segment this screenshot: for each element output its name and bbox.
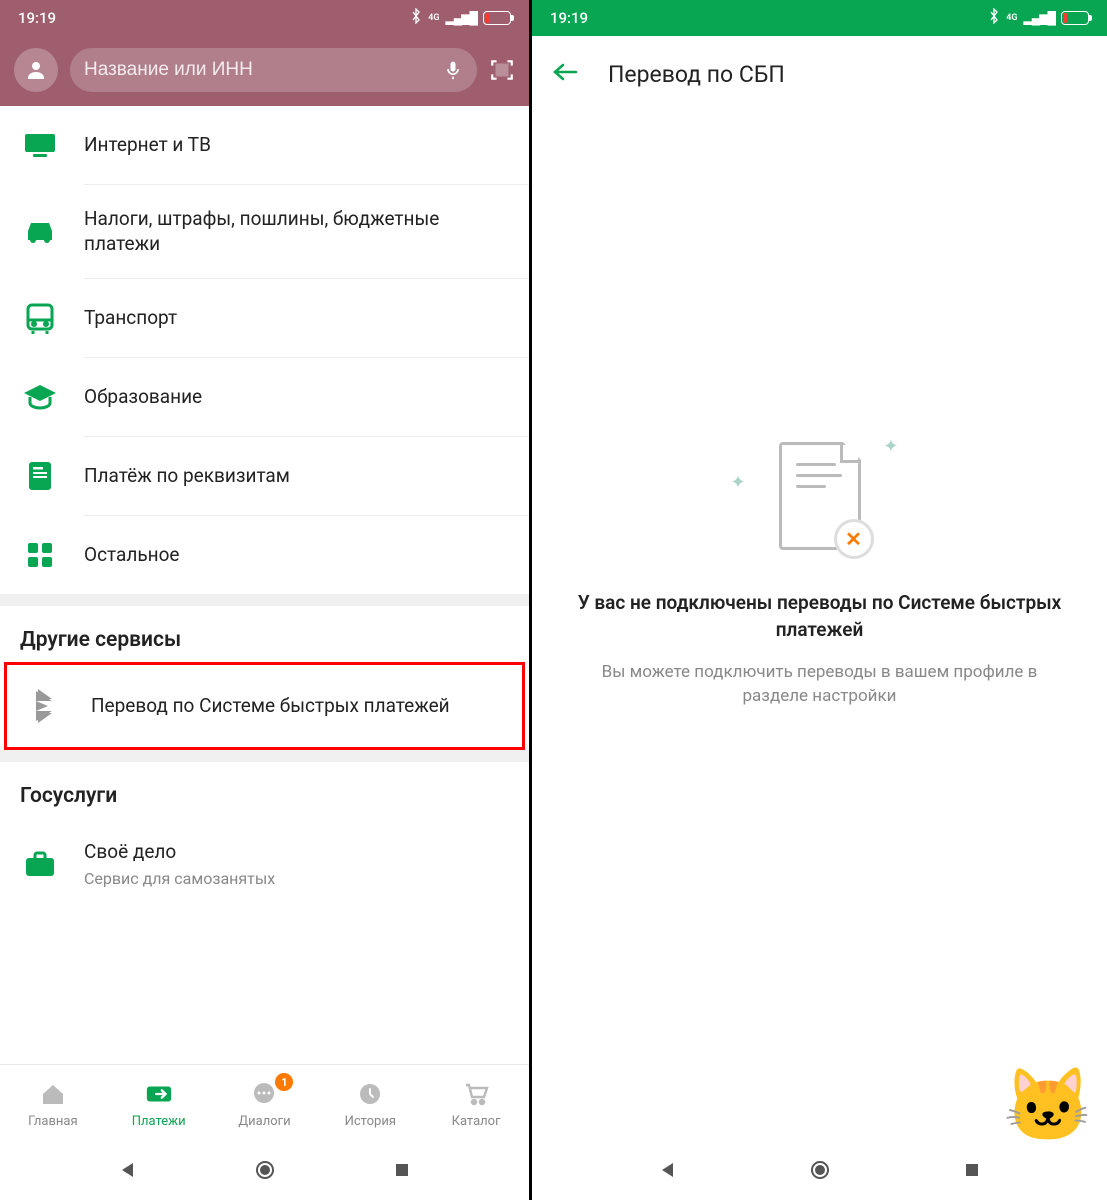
profile-button[interactable] bbox=[14, 48, 58, 92]
search-input[interactable] bbox=[84, 59, 433, 81]
nav-home[interactable]: Главная bbox=[0, 1065, 106, 1144]
nav-label: Каталог bbox=[452, 1114, 501, 1129]
network-type: 4G bbox=[1006, 13, 1017, 23]
section-other-services: Другие сервисы bbox=[0, 606, 529, 662]
svoe-delo-sub: Сервис для самозанятых bbox=[84, 869, 509, 888]
sbp-transfer-item[interactable]: Перевод по Системе быстрых платежей bbox=[4, 662, 525, 750]
bluetooth-icon bbox=[410, 8, 422, 28]
sys-back-icon[interactable] bbox=[659, 1161, 677, 1183]
status-bar: 19:19 4G ▂▄▆█ bbox=[532, 0, 1107, 36]
qr-scan-icon[interactable] bbox=[489, 57, 515, 83]
system-nav bbox=[532, 1144, 1107, 1200]
svoe-delo-title: Своё дело bbox=[84, 840, 509, 865]
header: Перевод по СБП bbox=[532, 36, 1107, 112]
cart-icon bbox=[462, 1080, 490, 1108]
nav-dialogs[interactable]: 1 Диалоги bbox=[212, 1065, 318, 1144]
nav-payments[interactable]: Платежи bbox=[106, 1065, 212, 1144]
nav-label: Платежи bbox=[132, 1114, 186, 1129]
header bbox=[0, 36, 529, 106]
svoe-delo-item[interactable]: Своё дело Сервис для самозанятых bbox=[0, 818, 529, 910]
category-transport[interactable]: Транспорт bbox=[0, 279, 529, 357]
nav-catalog[interactable]: Каталог bbox=[423, 1065, 529, 1144]
nav-label: Главная bbox=[28, 1114, 77, 1129]
clock-icon bbox=[356, 1080, 384, 1108]
sys-home-icon[interactable] bbox=[810, 1160, 830, 1184]
sbp-label: Перевод по Системе быстрых платежей bbox=[91, 694, 450, 719]
search-field[interactable] bbox=[70, 48, 477, 92]
empty-title: У вас не подключены переводы по Системе … bbox=[562, 590, 1077, 643]
category-label: Образование bbox=[84, 385, 509, 410]
category-taxes[interactable]: Налоги, штрафы, пошлины, бюджетные плате… bbox=[0, 185, 529, 278]
sys-recent-icon[interactable] bbox=[394, 1162, 410, 1182]
signal-icon: ▂▄▆█ bbox=[446, 11, 477, 25]
page-title: Перевод по СБП bbox=[608, 61, 785, 88]
education-icon bbox=[20, 383, 60, 411]
category-education[interactable]: Образование bbox=[0, 358, 529, 436]
category-other[interactable]: Остальное bbox=[0, 516, 529, 594]
mic-icon[interactable] bbox=[443, 60, 463, 80]
document-icon bbox=[20, 460, 60, 492]
nav-label: История bbox=[345, 1114, 396, 1129]
network-type: 4G bbox=[428, 13, 439, 23]
divider bbox=[0, 594, 529, 606]
home-icon bbox=[39, 1080, 67, 1108]
bottom-nav: Главная Платежи 1 Диалоги История Катало… bbox=[0, 1064, 529, 1144]
sys-back-icon[interactable] bbox=[119, 1161, 137, 1183]
nav-label: Диалоги bbox=[238, 1114, 290, 1129]
grid-icon bbox=[20, 541, 60, 569]
status-bar: 19:19 4G ▂▄▆█ bbox=[0, 0, 529, 36]
empty-subtitle: Вы можете подключить переводы в вашем пр… bbox=[562, 661, 1077, 709]
nav-history[interactable]: История bbox=[317, 1065, 423, 1144]
empty-state: ✦ ✦ ✕ У вас не подключены переводы по Си… bbox=[532, 442, 1107, 1144]
briefcase-icon bbox=[20, 850, 60, 878]
error-x-icon: ✕ bbox=[834, 519, 874, 559]
empty-document-icon: ✦ ✦ ✕ bbox=[779, 442, 861, 550]
category-label: Транспорт bbox=[84, 306, 509, 331]
bus-icon bbox=[20, 302, 60, 334]
mascot-icon: 🐱 bbox=[1003, 1070, 1093, 1142]
sbp-icon bbox=[27, 687, 67, 725]
car-icon bbox=[20, 219, 60, 245]
bluetooth-icon bbox=[988, 8, 1000, 28]
category-label: Интернет и ТВ bbox=[84, 133, 509, 158]
chat-icon bbox=[250, 1080, 278, 1108]
tv-icon bbox=[20, 130, 60, 160]
category-label: Остальное bbox=[84, 543, 509, 568]
back-button[interactable] bbox=[552, 62, 578, 86]
status-time: 19:19 bbox=[550, 9, 588, 27]
category-requisites[interactable]: Платёж по реквизитам bbox=[0, 437, 529, 515]
payments-icon bbox=[145, 1080, 173, 1108]
system-nav bbox=[0, 1144, 529, 1200]
notification-badge: 1 bbox=[275, 1073, 293, 1091]
sys-recent-icon[interactable] bbox=[964, 1162, 980, 1182]
category-label: Платёж по реквизитам bbox=[84, 464, 509, 489]
category-internet-tv[interactable]: Интернет и ТВ bbox=[0, 106, 529, 184]
signal-icon: ▂▄▆█ bbox=[1024, 11, 1055, 25]
section-gosuslugi: Госуслуги bbox=[0, 762, 529, 818]
sys-home-icon[interactable] bbox=[255, 1160, 275, 1184]
battery-icon bbox=[483, 11, 511, 25]
status-time: 19:19 bbox=[18, 9, 56, 27]
battery-icon bbox=[1061, 11, 1089, 25]
divider bbox=[0, 750, 529, 762]
category-label: Налоги, штрафы, пошлины, бюджетные плате… bbox=[84, 207, 509, 256]
